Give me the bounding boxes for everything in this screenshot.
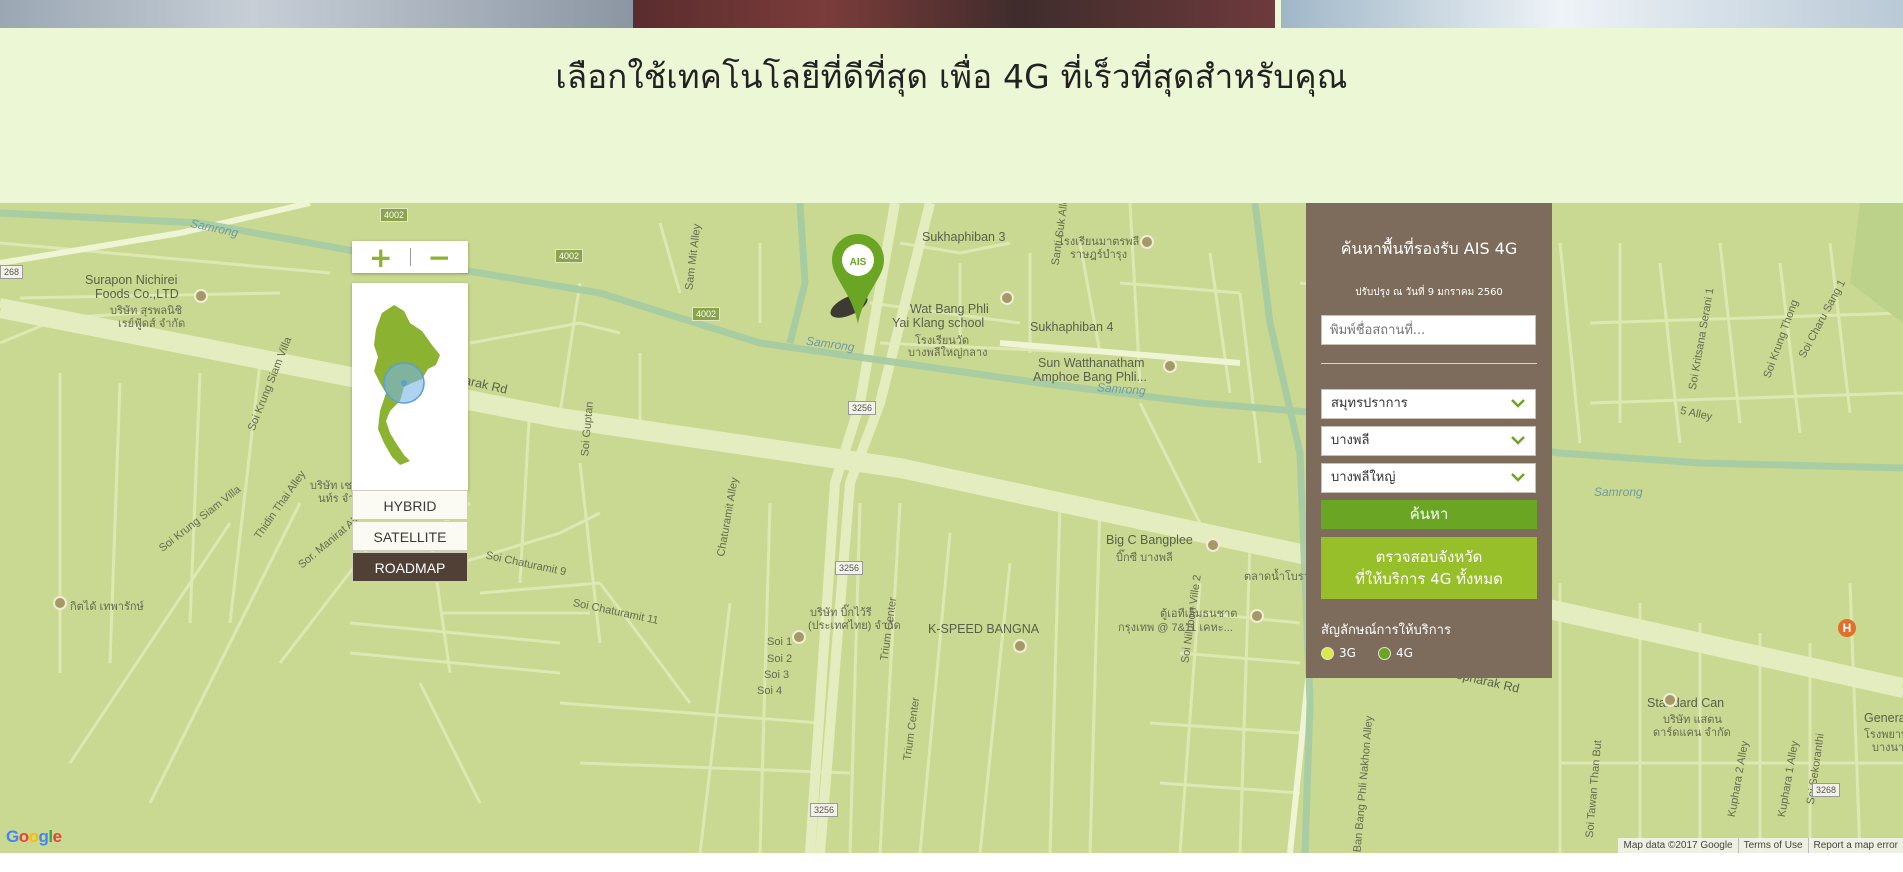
landmark-icon[interactable] bbox=[1140, 235, 1154, 249]
panel-title: ค้นหาพื้นที่รองรับ AIS 4G bbox=[1340, 239, 1518, 258]
legend-item-3g: 3G bbox=[1321, 646, 1356, 660]
street-label: Sukhaphiban 4 bbox=[1030, 320, 1114, 334]
poi-label: Standard Can bbox=[1647, 696, 1725, 710]
poi-label: เรย์ฟู้ดส์ จำกัด bbox=[118, 318, 186, 330]
chevron-down-icon bbox=[1511, 399, 1525, 408]
maptype-satellite-button[interactable]: SATELLITE bbox=[352, 521, 468, 551]
province-select-value: สมุทรปราการ bbox=[1331, 396, 1408, 411]
road-shield: 4002 bbox=[555, 249, 584, 263]
poi-label: Genera bbox=[1864, 711, 1903, 725]
district-select-value: บางพลี bbox=[1331, 433, 1370, 448]
report-map-error-link[interactable]: Report a map error bbox=[1807, 838, 1903, 853]
poi-label: ดาร์ดแคน จำกัด bbox=[1653, 727, 1731, 739]
poi-label: บิ๊กซี บางพลี bbox=[1116, 552, 1173, 564]
street-label: Soi 3 bbox=[764, 669, 790, 681]
plus-icon: + bbox=[369, 240, 393, 274]
street-label: Soi 2 bbox=[767, 653, 793, 665]
poi-marker-icon[interactable] bbox=[792, 630, 806, 644]
poi-label: K-SPEED BANGNA bbox=[928, 622, 1040, 636]
school-icon[interactable] bbox=[1000, 291, 1014, 305]
poi-label: บางนา bbox=[1872, 742, 1903, 754]
street-label: Soi 1 bbox=[767, 636, 793, 648]
province-select[interactable]: สมุทรปราการ bbox=[1321, 389, 1536, 419]
poi-label: บางพลีใหญ่กลาง bbox=[908, 347, 988, 359]
street-label: Sukhaphiban 3 bbox=[922, 230, 1006, 244]
poi-label: Wat Bang Phli bbox=[910, 302, 989, 316]
poi-label: ราษฎร์บำรุง bbox=[1070, 249, 1128, 261]
poi-marker-icon[interactable] bbox=[53, 596, 67, 610]
check-all-line2: ที่ให้บริการ 4G ทั้งหมด bbox=[1355, 570, 1503, 588]
subdistrict-select-value: บางพลีใหญ่ bbox=[1331, 470, 1396, 485]
poi-label: Big C Bangplee bbox=[1106, 533, 1193, 547]
district-select[interactable]: บางพลี bbox=[1321, 426, 1536, 456]
banner-image-city bbox=[0, 0, 633, 28]
thailand-map-icon bbox=[374, 305, 440, 465]
minus-icon: − bbox=[427, 240, 451, 274]
location-search-input[interactable] bbox=[1321, 315, 1536, 345]
map-attribution: Map data ©2017 Google Terms of Use Repor… bbox=[1618, 838, 1903, 853]
road-shield: 268 bbox=[0, 265, 24, 279]
poi-marker-icon[interactable] bbox=[1663, 693, 1677, 707]
road-shield: 3268 bbox=[1812, 783, 1841, 797]
maptype-roadmap-button[interactable]: ROADMAP bbox=[352, 552, 468, 582]
page-heading: เลือกใช้เทคโนโลยีที่ดีที่สุด เพื่อ 4G ที… bbox=[555, 57, 1348, 96]
banner-image-crowd bbox=[633, 0, 1275, 28]
road-shield: 3256 bbox=[835, 561, 864, 575]
chevron-down-icon bbox=[1511, 473, 1525, 482]
search-button[interactable]: ค้นหา bbox=[1321, 500, 1537, 529]
marker-label: AIS bbox=[850, 257, 867, 268]
legend-item-4g: 4G bbox=[1378, 646, 1413, 660]
poi-marker-icon[interactable] bbox=[194, 289, 208, 303]
chevron-down-icon bbox=[1511, 436, 1525, 445]
check-all-provinces-button[interactable]: ตรวจสอบจังหวัด ที่ให้บริการ 4G ทั้งหมด bbox=[1321, 537, 1537, 599]
ais-location-marker[interactable]: AIS bbox=[815, 234, 885, 324]
government-icon[interactable] bbox=[1163, 359, 1177, 373]
legend-label: 4G bbox=[1396, 646, 1413, 660]
poi-label: Sun Watthanatham bbox=[1038, 356, 1145, 370]
road-shield: 4002 bbox=[380, 208, 409, 222]
map-data-credit: Map data ©2017 Google bbox=[1623, 840, 1733, 851]
road-shield: 3256 bbox=[810, 803, 839, 817]
map-streets bbox=[0, 203, 1903, 853]
subdistrict-select[interactable]: บางพลีใหญ่ bbox=[1321, 463, 1536, 493]
terms-of-use-link[interactable]: Terms of Use bbox=[1737, 838, 1808, 853]
poi-label: กิตได้ เทพารักษ์ bbox=[70, 601, 144, 613]
coverage-map[interactable]: Surapon Nichirei Foods Co.,LTD บริษัท สุ… bbox=[0, 203, 1903, 853]
coverage-search-panel: ค้นหาพื้นที่รองรับ AIS 4G ปรับปรุง ณ วัน… bbox=[1306, 203, 1552, 678]
poi-label: Surapon Nichirei bbox=[85, 273, 178, 287]
water-label: Samrong bbox=[1594, 485, 1643, 499]
street-label: Soi 4 bbox=[757, 685, 783, 697]
zoom-controls: + − bbox=[352, 240, 468, 274]
legend-title: สัญลักษณ์การให้บริการ bbox=[1321, 623, 1451, 638]
maptype-hybrid-button[interactable]: HYBRID bbox=[352, 490, 468, 520]
road-shield: 4002 bbox=[692, 307, 721, 321]
check-all-line1: ตรวจสอบจังหวัด bbox=[1375, 548, 1483, 566]
legend-dot-icon bbox=[1321, 646, 1334, 660]
thailand-overview-map[interactable] bbox=[352, 283, 468, 491]
banner-image-building bbox=[1281, 0, 1903, 28]
map-pin-icon: AIS bbox=[830, 234, 884, 324]
road-shield: 3256 bbox=[848, 401, 877, 415]
legend-dot-icon bbox=[1378, 646, 1391, 660]
atm-icon[interactable] bbox=[1250, 609, 1264, 623]
shopping-icon[interactable] bbox=[1206, 538, 1220, 552]
page-bottom-band bbox=[0, 853, 1903, 872]
legend-label: 3G bbox=[1339, 646, 1356, 660]
poi-label: Foods Co.,LTD bbox=[95, 287, 179, 301]
poi-label: Yai Klang school bbox=[892, 316, 985, 330]
top-image-strip bbox=[0, 0, 1903, 28]
shopping-icon[interactable] bbox=[1013, 639, 1027, 653]
hospital-icon[interactable]: H bbox=[1838, 619, 1856, 637]
panel-divider bbox=[1321, 363, 1537, 364]
google-logo[interactable]: Google bbox=[6, 827, 62, 847]
panel-updated-date: ปรับปรุง ณ วันที่ 9 มกราคม 2560 bbox=[1355, 287, 1503, 298]
poi-label: กรุงเทพ @ 7&11 เคหะ... bbox=[1118, 622, 1233, 634]
zoom-in-button[interactable]: + bbox=[352, 240, 410, 274]
zoom-out-button[interactable]: − bbox=[410, 240, 468, 274]
